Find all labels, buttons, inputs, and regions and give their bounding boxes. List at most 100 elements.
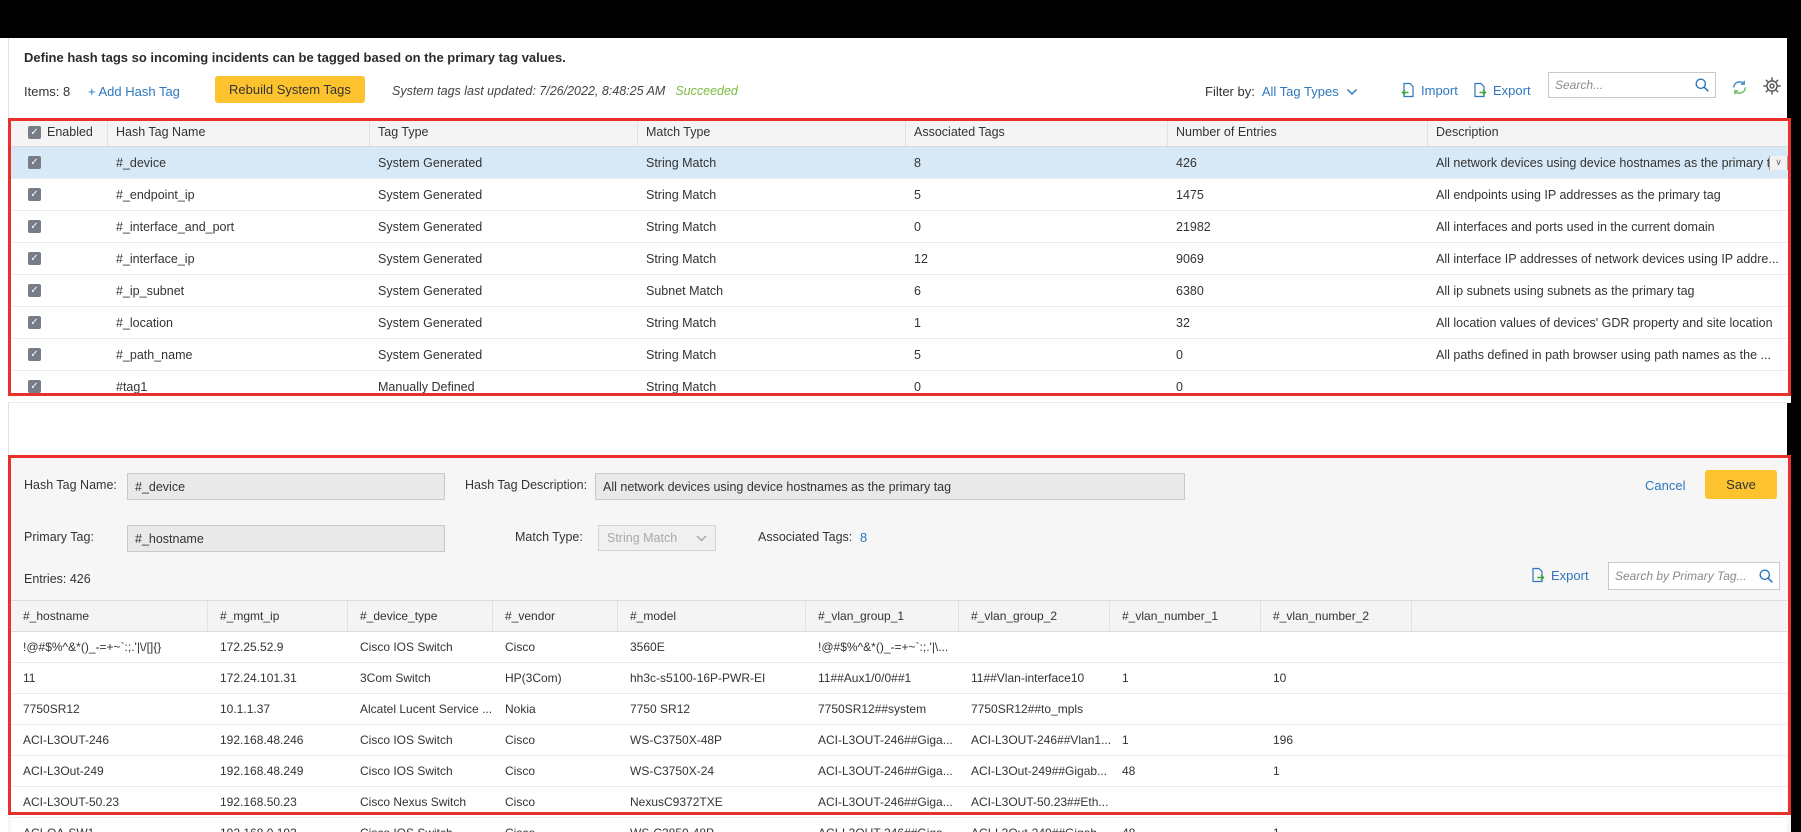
entry-cell: 7750SR12##to_mpls [959, 702, 1110, 716]
table-row[interactable]: #_interface_and_portSystem GeneratedStri… [8, 211, 1791, 243]
save-button[interactable]: Save [1705, 470, 1777, 499]
entry-cell: Cisco IOS Switch [348, 640, 493, 654]
entry-cell: 192.168.50.23 [208, 795, 348, 809]
column-header: #_model [618, 601, 806, 631]
entries-table-row[interactable]: ACI-QA-SW1192.168.0.193Cisco IOS SwitchC… [11, 818, 1787, 832]
row-enabled-checkbox[interactable] [28, 252, 41, 265]
column-header: #_device_type [348, 601, 493, 631]
items-count: Items: 8 [24, 84, 70, 99]
entries-table: #_hostname #_mgmt_ip #_device_type #_ven… [11, 600, 1787, 832]
entry-cell: ACI-L3OUT-246##Giga... [806, 826, 959, 832]
match-type-cell: Subnet Match [638, 284, 906, 298]
entry-cell: 7750SR12 [11, 702, 208, 716]
match-type-cell: String Match [638, 348, 906, 362]
table-row[interactable]: #_path_nameSystem GeneratedString Match5… [8, 339, 1791, 371]
entries-table-row[interactable]: 11172.24.101.313Com SwitchHP(3Com)hh3c-s… [11, 663, 1787, 694]
entry-cell: Nokia [493, 702, 618, 716]
row-enabled-checkbox[interactable] [28, 316, 41, 329]
row-enabled-checkbox[interactable] [28, 348, 41, 361]
entry-cell: Cisco [493, 826, 618, 832]
entry-cell: 192.168.48.249 [208, 764, 348, 778]
match-type-cell: String Match [638, 220, 906, 234]
entry-cell: ACI-L3OUT-246##Giga... [806, 733, 959, 747]
column-header: #_vlan_number_1 [1110, 601, 1261, 631]
table-row[interactable]: #_locationSystem GeneratedString Match13… [8, 307, 1791, 339]
entry-cell: ACI-L3OUT-50.23 [11, 795, 208, 809]
add-hash-tag-button[interactable]: + Add Hash Tag [88, 84, 180, 99]
cancel-button[interactable]: Cancel [1645, 478, 1685, 493]
entries-table-row[interactable]: ACI-L3Out-249192.168.48.249Cisco IOS Swi… [11, 756, 1787, 787]
import-button[interactable]: Import [1400, 82, 1458, 98]
entry-cell: 1 [1261, 764, 1412, 778]
match-type-cell: String Match [638, 188, 906, 202]
entry-cell: WS-C3750X-48P [618, 733, 806, 747]
last-updated-text: System tags last updated: 7/26/2022, 8:4… [392, 84, 665, 98]
refresh-icon[interactable] [1730, 78, 1749, 97]
filter-by-dropdown[interactable]: Filter by: All Tag Types [1205, 84, 1358, 99]
import-icon [1400, 82, 1416, 98]
column-header: Associated Tags [906, 118, 1168, 146]
enabled-cell [8, 284, 108, 297]
hash-tag-description-field[interactable] [595, 473, 1185, 500]
entry-cell: 10.1.1.37 [208, 702, 348, 716]
entry-cell: 48 [1110, 764, 1261, 778]
hash-tag-name-cell: #tag1 [108, 380, 370, 394]
entries-export-button[interactable]: Export [1530, 567, 1589, 583]
associated-tags-count[interactable]: 8 [860, 530, 867, 545]
search-icon[interactable] [1694, 77, 1710, 93]
match-type-select[interactable]: String Match [598, 525, 716, 551]
description-dropdown-icon[interactable]: ∨ [1769, 156, 1788, 170]
associated-tags-cell: 1 [906, 316, 1168, 330]
entry-cell: 196 [1261, 733, 1412, 747]
hash-tag-name-cell: #_endpoint_ip [108, 188, 370, 202]
search-input[interactable] [1549, 78, 1694, 92]
tag-type-cell: System Generated [370, 284, 638, 298]
table-row[interactable]: #_deviceSystem GeneratedString Match8426… [8, 147, 1791, 179]
export-button[interactable]: Export [1472, 82, 1531, 98]
primary-tag-field[interactable] [127, 525, 445, 552]
rebuild-system-tags-button[interactable]: Rebuild System Tags [215, 76, 365, 103]
entry-cell: ACI-L3OUT-246##Giga... [806, 764, 959, 778]
hash-tag-name-cell: #_interface_ip [108, 252, 370, 266]
hash-tag-name-label: Hash Tag Name: [24, 478, 117, 492]
table-row[interactable]: #_interface_ipSystem GeneratedString Mat… [8, 243, 1791, 275]
select-all-checkbox[interactable] [28, 126, 41, 139]
filter-value[interactable]: All Tag Types [1262, 84, 1339, 99]
search-icon[interactable] [1758, 568, 1774, 584]
entries-table-row[interactable]: !@#$%^&*()_-=+~`:;.'|\/[]{}172.25.52.9Ci… [11, 632, 1787, 663]
chevron-down-icon [696, 535, 707, 542]
hash-tag-name-field[interactable] [127, 473, 445, 500]
table-row[interactable]: #_ip_subnetSystem GeneratedSubnet Match6… [8, 275, 1791, 307]
entry-cell: ACI-L3Out-249 [11, 764, 208, 778]
primary-tag-label: Primary Tag: [24, 530, 94, 544]
row-enabled-checkbox[interactable] [28, 284, 41, 297]
row-enabled-checkbox[interactable] [28, 188, 41, 201]
entry-cell: WS-C3750X-24 [618, 764, 806, 778]
table-row[interactable]: #tag1Manually DefinedString Match00 [8, 371, 1791, 403]
column-header: #_vlan_number_2 [1261, 601, 1412, 631]
export-icon [1472, 82, 1488, 98]
row-enabled-checkbox[interactable] [28, 380, 41, 393]
entries-table-row[interactable]: ACI-L3OUT-50.23192.168.50.23Cisco Nexus … [11, 787, 1787, 818]
entry-cell: Cisco [493, 764, 618, 778]
description-cell: All paths defined in path browser using … [1428, 348, 1791, 362]
associated-tags-cell: 8 [906, 156, 1168, 170]
row-enabled-checkbox[interactable] [28, 156, 41, 169]
enabled-cell [8, 220, 108, 233]
entries-search-input[interactable] [1609, 569, 1758, 583]
row-enabled-checkbox[interactable] [28, 220, 41, 233]
associated-tags-cell: 0 [906, 380, 1168, 394]
gear-icon[interactable] [1762, 76, 1782, 96]
associated-tags-cell: 6 [906, 284, 1168, 298]
entry-cell: ACI-L3OUT-246##Giga... [806, 795, 959, 809]
entries-table-row[interactable]: 7750SR1210.1.1.37Alcatel Lucent Service … [11, 694, 1787, 725]
tag-type-cell: System Generated [370, 188, 638, 202]
entries-table-row[interactable]: ACI-L3OUT-246192.168.48.246Cisco IOS Swi… [11, 725, 1787, 756]
entry-cell: ACI-L3OUT-246 [11, 733, 208, 747]
tag-type-cell: Manually Defined [370, 380, 638, 394]
associated-tags-cell: 5 [906, 188, 1168, 202]
enabled-cell [8, 380, 108, 393]
entries-count-cell: 9069 [1168, 252, 1428, 266]
entry-cell: HP(3Com) [493, 671, 618, 685]
table-row[interactable]: #_endpoint_ipSystem GeneratedString Matc… [8, 179, 1791, 211]
